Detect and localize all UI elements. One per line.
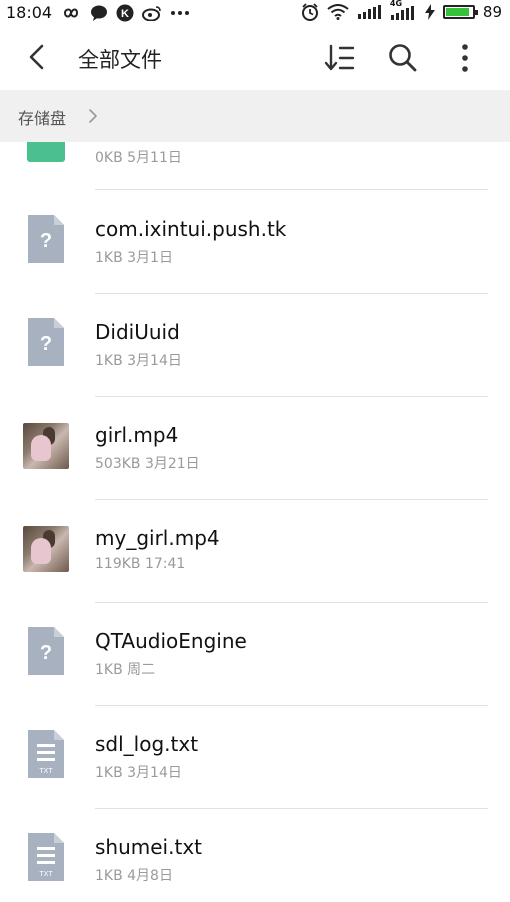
- back-button[interactable]: [22, 42, 52, 72]
- divider: [95, 499, 488, 500]
- svg-text:?: ?: [40, 642, 52, 664]
- charging-bolt-icon: [424, 4, 435, 20]
- file-name: girl.mp4: [95, 423, 179, 447]
- list-item[interactable]: 0KB 5月11日: [0, 142, 510, 190]
- svg-text:TXT: TXT: [39, 768, 53, 775]
- search-button[interactable]: [386, 41, 420, 75]
- file-list: 0KB 5月11日 ? com.ixintui.push.tk 1KB 3月1日…: [0, 142, 510, 902]
- file-name: DidiUuid: [95, 320, 180, 344]
- weibo-icon: [142, 5, 162, 21]
- video-thumbnail: [23, 423, 69, 471]
- svg-text:?: ?: [40, 333, 52, 355]
- file-meta: 1KB 3月14日: [95, 765, 182, 781]
- file-meta: 1KB 3月1日: [95, 250, 173, 266]
- file-meta: 503KB 3月21日: [95, 456, 200, 472]
- battery-level: 89: [482, 3, 502, 21]
- file-meta: 119KB 17:41: [95, 556, 186, 572]
- network-type-label: 4G: [389, 0, 403, 8]
- divider: [95, 808, 488, 809]
- svg-text:K: K: [121, 8, 129, 20]
- file-name: QTAudioEngine: [95, 629, 247, 653]
- file-name: shumei.txt: [95, 835, 202, 859]
- divider: [95, 293, 488, 294]
- divider: [95, 705, 488, 706]
- list-item[interactable]: TXT sdl_log.txt 1KB 3月14日: [0, 705, 510, 808]
- unknown-file-icon: ?: [23, 627, 69, 675]
- chevron-right-icon: [89, 109, 97, 123]
- unknown-file-icon: ?: [23, 215, 69, 263]
- list-item[interactable]: TXT shumei.txt 1KB 4月8日: [0, 808, 510, 902]
- chevron-left-icon: [29, 44, 44, 70]
- wifi-icon: [327, 4, 349, 20]
- more-options-button[interactable]: [452, 41, 478, 75]
- battery-fill: [445, 8, 469, 16]
- infinity-icon: [60, 6, 82, 20]
- status-time: 18:04: [6, 3, 53, 22]
- svg-text:TXT: TXT: [39, 871, 53, 878]
- breadcrumb-root[interactable]: 存储盘: [18, 105, 66, 129]
- list-item[interactable]: ? DidiUuid 1KB 3月14日: [0, 293, 510, 396]
- signal-icon-2: 4G: [389, 0, 417, 20]
- unknown-file-icon: ?: [23, 318, 69, 366]
- alarm-icon: [301, 3, 319, 21]
- more-notifications-icon: [170, 10, 190, 16]
- more-vertical-icon: [462, 44, 468, 72]
- file-meta: 1KB 4月8日: [95, 868, 173, 884]
- search-icon: [389, 44, 417, 72]
- folder-icon: [27, 142, 65, 162]
- k-circle-icon: K: [116, 4, 134, 22]
- file-name: sdl_log.txt: [95, 732, 199, 756]
- svg-text:?: ?: [40, 230, 52, 252]
- list-item[interactable]: ? QTAudioEngine 1KB 周二: [0, 602, 510, 705]
- txt-file-icon: TXT: [23, 730, 69, 778]
- sort-icon: [324, 44, 355, 71]
- list-item[interactable]: my_girl.mp4 119KB 17:41: [0, 499, 510, 602]
- video-thumbnail: [23, 526, 69, 574]
- file-meta: 0KB 5月11日: [95, 150, 182, 166]
- signal-icon-1: [357, 5, 381, 19]
- page-title: 全部文件: [78, 48, 162, 72]
- app-bar: 全部文件: [0, 24, 510, 88]
- status-bar: 18:04 K 4G 89: [0, 0, 510, 24]
- list-item[interactable]: ? com.ixintui.push.tk 1KB 3月1日: [0, 190, 510, 293]
- file-name: my_girl.mp4: [95, 526, 220, 550]
- chat-bubble-icon: [90, 5, 108, 21]
- divider: [95, 602, 488, 603]
- list-item[interactable]: girl.mp4 503KB 3月21日: [0, 396, 510, 499]
- divider: [95, 396, 488, 397]
- sort-button[interactable]: [323, 42, 357, 74]
- file-name: com.ixintui.push.tk: [95, 217, 287, 241]
- file-meta: 1KB 3月14日: [95, 353, 182, 369]
- battery-icon: [442, 5, 478, 19]
- file-meta: 1KB 周二: [95, 662, 156, 678]
- txt-file-icon: TXT: [23, 833, 69, 881]
- breadcrumb: 存储盘: [0, 90, 510, 142]
